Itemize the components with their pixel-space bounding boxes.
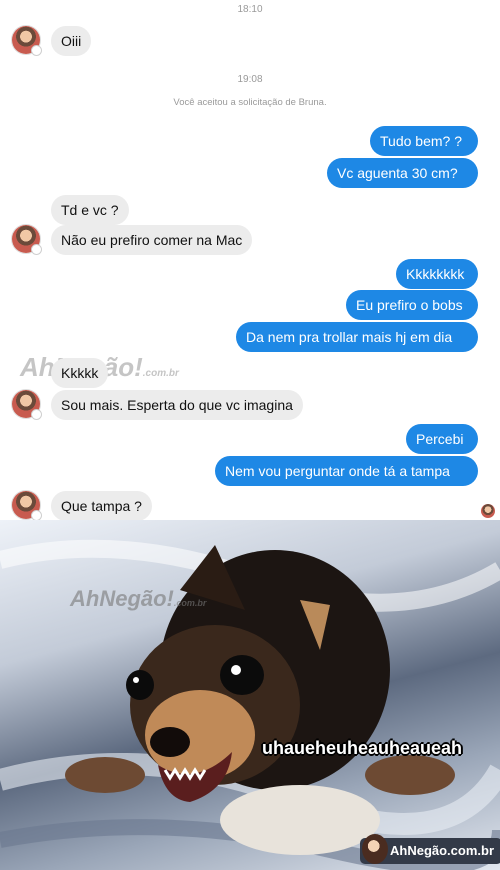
contact-avatar[interactable] bbox=[12, 26, 42, 56]
message-outgoing[interactable]: Vc aguenta 30 cm? bbox=[327, 158, 478, 188]
system-notice: Você aceitou a solicitação de Bruna. bbox=[173, 97, 327, 108]
avatar-status-dot bbox=[31, 244, 42, 255]
message-incoming[interactable]: Sou mais. Esperta do que vc imagina bbox=[51, 390, 303, 420]
avatar-status-dot bbox=[31, 45, 42, 56]
timestamp: 19:08 bbox=[237, 74, 263, 85]
mascot-icon bbox=[362, 834, 388, 864]
chat-screenshot: 18:10 Oiii 19:08 Você aceitou a solicita… bbox=[0, 0, 500, 521]
watermark: AhNegão!.com.br bbox=[70, 586, 207, 611]
meme-photo: AhNegão!.com.br bbox=[0, 520, 500, 870]
message-outgoing[interactable]: Kkkkkkkk bbox=[396, 259, 478, 289]
message-incoming[interactable]: Kkkkk bbox=[51, 358, 109, 388]
timestamp: 18:10 bbox=[237, 4, 263, 15]
message-outgoing[interactable]: Nem vou perguntar onde tá a tampa bbox=[215, 456, 478, 486]
contact-avatar[interactable] bbox=[12, 390, 42, 420]
site-brand-badge[interactable]: AhNegão.com.br bbox=[360, 834, 500, 864]
message-outgoing[interactable]: Percebi bbox=[406, 424, 478, 454]
dog-illustration bbox=[0, 539, 500, 870]
message-incoming[interactable]: Oiii bbox=[51, 26, 92, 56]
message-outgoing[interactable]: Eu prefiro o bobs bbox=[346, 290, 478, 320]
message-outgoing[interactable]: Da nem pra trollar mais hj em dia bbox=[236, 322, 478, 352]
brand-label: AhNegão.com.br bbox=[390, 843, 495, 858]
message-outgoing[interactable]: Tudo bem? ? bbox=[370, 126, 478, 156]
message-incoming[interactable]: Td e vc ? bbox=[51, 195, 129, 225]
read-receipt-avatar bbox=[481, 504, 495, 518]
message-incoming[interactable]: Que tampa ? bbox=[51, 491, 152, 521]
message-incoming[interactable]: Não eu prefiro comer na Mac bbox=[51, 225, 253, 255]
contact-avatar[interactable] bbox=[12, 491, 42, 521]
avatar-status-dot bbox=[31, 409, 42, 420]
contact-avatar[interactable] bbox=[12, 225, 42, 255]
meme-caption: uhaueheuheauheaueah bbox=[262, 738, 463, 758]
